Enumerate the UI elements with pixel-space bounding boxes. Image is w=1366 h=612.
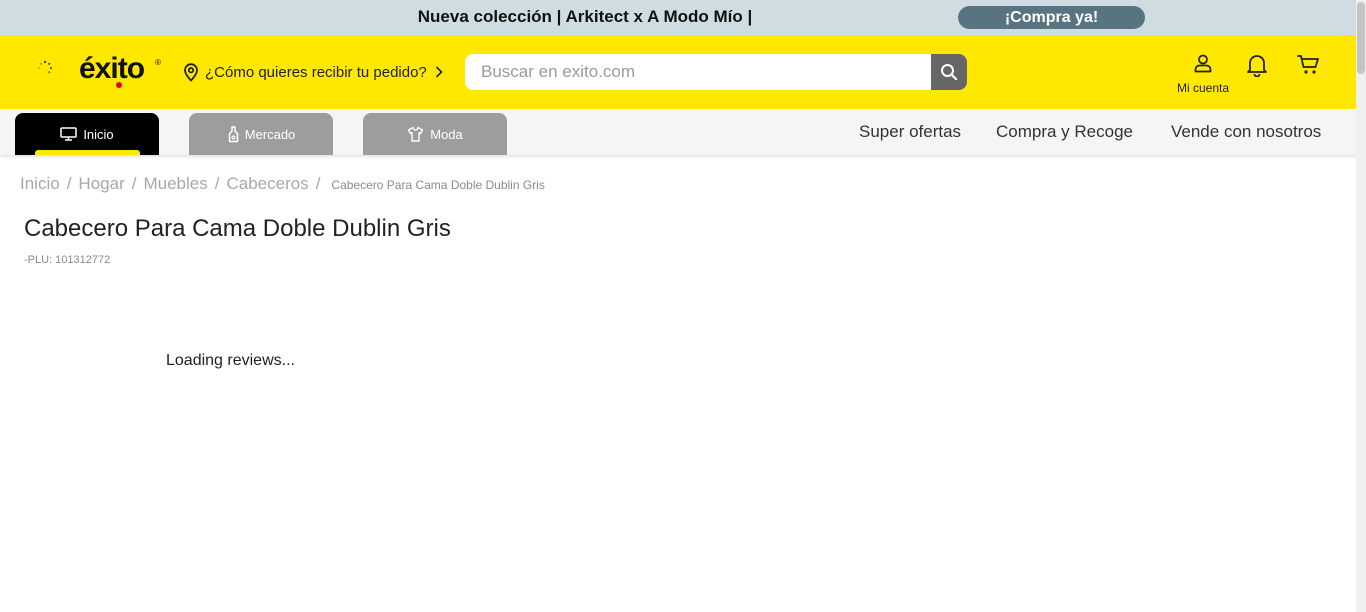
tab-inicio[interactable]: Inicio xyxy=(15,113,159,155)
nav-link-super-ofertas[interactable]: Super ofertas xyxy=(859,122,961,142)
tab-label: Moda xyxy=(430,126,463,142)
breadcrumb-separator: / xyxy=(315,174,321,193)
nav-link-compra-y-recoge[interactable]: Compra y Recoge xyxy=(996,122,1133,142)
active-tab-indicator xyxy=(35,150,140,155)
breadcrumb-separator: / xyxy=(66,174,72,193)
buy-now-button[interactable]: ¡Compra ya! xyxy=(958,6,1145,29)
bottle-icon xyxy=(228,125,238,142)
tab-moda[interactable]: Moda xyxy=(363,113,507,155)
breadcrumb-item-cabeceros[interactable]: Cabeceros xyxy=(226,174,308,194)
tab-mercado[interactable]: Mercado xyxy=(189,113,333,155)
search-icon xyxy=(941,64,958,81)
exito-logo[interactable]: éxito xyxy=(79,52,145,86)
chevron-right-icon xyxy=(435,66,443,78)
location-text: ¿Cómo quieres recibir tu pedido? xyxy=(205,63,427,81)
delivery-location-selector[interactable]: ¿Cómo quieres recibir tu pedido? xyxy=(183,62,449,82)
tab-label: Mercado xyxy=(244,126,296,142)
cart-icon[interactable] xyxy=(1297,54,1321,76)
product-plu: -PLU: 101312772 xyxy=(24,254,111,266)
search-button[interactable] xyxy=(931,54,967,90)
promo-bar: Nueva colección | Arkitect x A Modo Mío … xyxy=(0,0,1356,35)
search-input[interactable] xyxy=(465,54,941,90)
tab-label: Inicio xyxy=(83,126,114,142)
breadcrumb: Inicio / Hogar / Muebles / Cabeceros / C… xyxy=(20,174,545,194)
breadcrumb-separator: / xyxy=(131,174,137,193)
bell-icon[interactable] xyxy=(1246,53,1268,77)
nav-link-vende-con-nosotros[interactable]: Vende con nosotros xyxy=(1171,122,1321,142)
spinner-icon xyxy=(37,60,53,74)
product-title: Cabecero Para Cama Doble Dublin Gris xyxy=(24,215,451,242)
breadcrumb-separator: / xyxy=(214,174,220,193)
logo-dot xyxy=(116,82,122,88)
account-label: Mi cuenta xyxy=(1176,81,1230,95)
breadcrumb-item-hogar[interactable]: Hogar xyxy=(78,174,124,194)
account-button[interactable]: Mi cuenta xyxy=(1170,53,1236,95)
breadcrumb-item-muebles[interactable]: Muebles xyxy=(143,174,207,194)
scrollbar-thumb[interactable] xyxy=(1357,2,1365,74)
monitor-icon xyxy=(60,127,78,141)
logo-registered-mark: ® xyxy=(155,58,161,67)
user-icon xyxy=(1194,54,1212,73)
breadcrumb-current: Cabecero Para Cama Doble Dublin Gris xyxy=(331,178,545,192)
shirt-icon xyxy=(408,126,424,142)
location-pin-icon xyxy=(184,62,198,82)
category-nav: Inicio Mercado Moda Super ofertas Compra… xyxy=(0,109,1356,155)
page-scrollbar[interactable] xyxy=(1356,0,1366,612)
reviews-loading-text: Loading reviews... xyxy=(166,352,295,369)
search-box xyxy=(465,54,967,90)
breadcrumb-item-inicio[interactable]: Inicio xyxy=(20,174,60,194)
